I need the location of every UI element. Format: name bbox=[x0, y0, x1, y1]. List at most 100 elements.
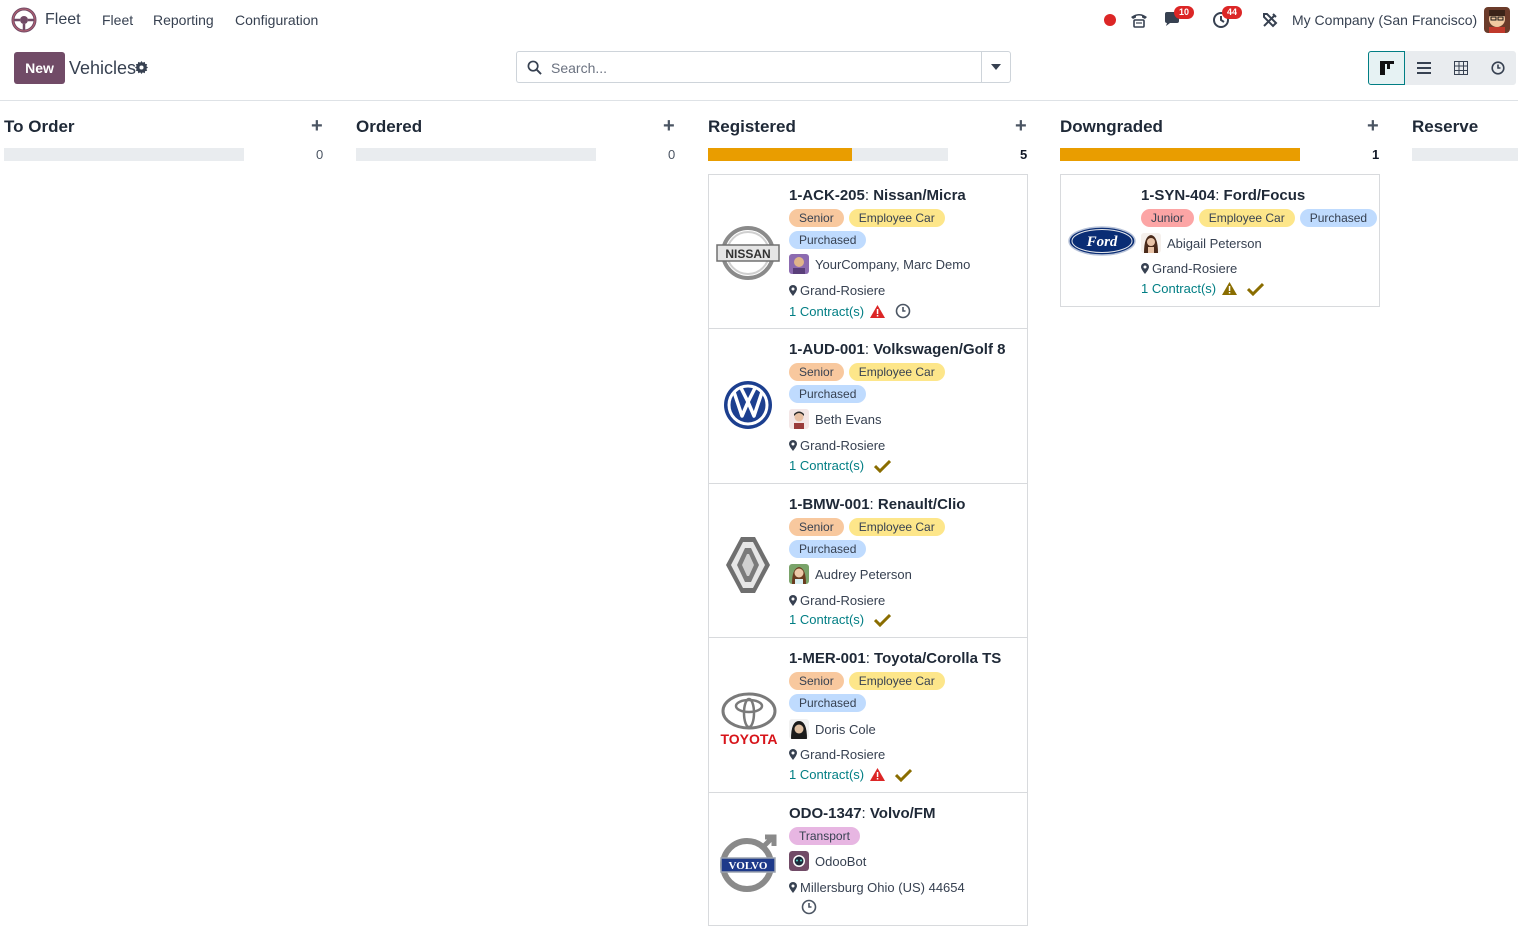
column-title-downgraded[interactable]: Downgraded bbox=[1060, 117, 1163, 137]
tag-senior: Senior bbox=[789, 363, 844, 381]
clock-icon[interactable] bbox=[801, 899, 817, 915]
warning-icon bbox=[1222, 282, 1238, 295]
column-title-registered[interactable]: Registered bbox=[708, 117, 796, 137]
fleet-app-icon[interactable] bbox=[11, 7, 37, 33]
checkmark-icon[interactable] bbox=[874, 459, 892, 473]
vehicle-card[interactable]: 1-AUD-001: Volkswagen/Golf 8 Senior Empl… bbox=[708, 328, 1028, 484]
new-button[interactable]: New bbox=[14, 52, 65, 84]
vehicle-model: Nissan/Micra bbox=[873, 187, 966, 204]
column-title-to-order[interactable]: To Order bbox=[4, 117, 75, 137]
kanban-view-button[interactable] bbox=[1368, 51, 1405, 85]
column-add-downgraded[interactable]: + bbox=[1367, 116, 1379, 136]
tag-list: Junior Employee Car Purchased bbox=[1141, 209, 1381, 227]
contracts-link[interactable]: 1 Contract(s) bbox=[1141, 281, 1216, 296]
column-title-ordered[interactable]: Ordered bbox=[356, 117, 422, 137]
tag-senior: Senior bbox=[789, 672, 844, 690]
activity-view-button[interactable] bbox=[1479, 51, 1516, 85]
vehicle-plate: 1-MER-001 bbox=[789, 650, 866, 667]
vehicle-model: Volvo/FM bbox=[869, 805, 936, 822]
column-title-reserve[interactable]: Reserve bbox=[1412, 117, 1478, 137]
vehicle-card[interactable]: TOYOTA 1-MER-001: Toyota/Corolla TS Seni… bbox=[708, 637, 1028, 793]
vehicle-plate: 1-BMW-001 bbox=[789, 496, 870, 513]
column-progress-downgraded[interactable] bbox=[1060, 148, 1300, 161]
avatar bbox=[789, 409, 809, 429]
vehicle-name: ODO-1347: Volvo/FM bbox=[789, 805, 936, 822]
search-icon bbox=[527, 60, 542, 78]
location-text: Grand-Rosiere bbox=[800, 283, 886, 298]
vehicle-card[interactable]: VOLVO ODO-1347: Volvo/FM Transport OdooB… bbox=[708, 792, 1028, 926]
checkmark-icon[interactable] bbox=[1247, 282, 1265, 296]
contracts: 1 Contract(s) bbox=[1141, 281, 1265, 296]
vehicle-plate: ODO-1347 bbox=[789, 805, 862, 822]
header-divider bbox=[0, 100, 1518, 101]
contracts-link[interactable]: 1 Contract(s) bbox=[789, 304, 864, 319]
vehicle-model: Toyota/Corolla TS bbox=[874, 650, 1002, 667]
column-progress-registered[interactable] bbox=[708, 148, 948, 161]
vehicle-card[interactable]: Ford 1-SYN-404: Ford/Focus Junior Employ… bbox=[1060, 174, 1380, 307]
tag-purchased: Purchased bbox=[789, 540, 867, 558]
driver-name: Beth Evans bbox=[815, 411, 882, 427]
column-add-registered[interactable]: + bbox=[1015, 116, 1027, 136]
activity-clock-icon[interactable]: 44 bbox=[1210, 6, 1243, 30]
contracts: 1 Contract(s) bbox=[789, 458, 892, 473]
tag-transport: Transport bbox=[789, 827, 860, 845]
tools-icon[interactable] bbox=[1259, 10, 1281, 30]
tag-employee-car: Employee Car bbox=[848, 672, 945, 690]
driver-name: YourCompany, Marc Demo bbox=[815, 256, 971, 272]
tag-junior: Junior bbox=[1141, 209, 1194, 227]
menu-reporting[interactable]: Reporting bbox=[153, 12, 214, 28]
warning-icon bbox=[870, 768, 886, 781]
company-switcher[interactable]: My Company (San Francisco) bbox=[1292, 12, 1477, 28]
vehicle-name: 1-BMW-001: Renault/Clio bbox=[789, 496, 966, 513]
clock-icon[interactable] bbox=[895, 303, 911, 319]
gear-icon[interactable] bbox=[135, 61, 148, 77]
tag-employee-car: Employee Car bbox=[848, 363, 945, 381]
contracts-link[interactable]: 1 Contract(s) bbox=[789, 612, 864, 627]
vehicle-plate: 1-ACK-205 bbox=[789, 187, 865, 204]
caret-down-icon bbox=[991, 64, 1001, 70]
contracts: 1 Contract(s) bbox=[789, 612, 892, 627]
pivot-view-button[interactable] bbox=[1442, 51, 1479, 85]
activities-badge: 44 bbox=[1222, 6, 1243, 19]
tag-purchased: Purchased bbox=[789, 231, 867, 249]
contracts: 1 Contract(s) bbox=[789, 767, 913, 782]
menu-fleet[interactable]: Fleet bbox=[102, 12, 133, 28]
vehicle-model: Renault/Clio bbox=[877, 496, 966, 513]
location: Millersburg Ohio (US) 44654 bbox=[789, 880, 965, 895]
brand-text: NISSAN bbox=[725, 247, 770, 261]
vehicle-card[interactable]: 1-BMW-001: Renault/Clio Senior Employee … bbox=[708, 483, 1028, 638]
user-avatar[interactable] bbox=[1484, 7, 1510, 33]
search-options-toggle[interactable] bbox=[981, 51, 1011, 83]
vehicle-name: 1-ACK-205: Nissan/Micra bbox=[789, 187, 966, 204]
driver: Abigail Peterson bbox=[1141, 233, 1262, 253]
vehicle-model: Ford/Focus bbox=[1223, 187, 1306, 204]
messages-icon[interactable]: 10 bbox=[1162, 6, 1195, 30]
contracts-link[interactable]: 1 Contract(s) bbox=[789, 767, 864, 782]
vehicle-card[interactable]: NISSAN 1-ACK-205: Nissan/Micra Senior Em… bbox=[708, 174, 1028, 329]
location-text: Grand-Rosiere bbox=[800, 438, 886, 453]
checkmark-icon[interactable] bbox=[895, 768, 913, 782]
progress-fill bbox=[1060, 148, 1300, 161]
tag-employee-car: Employee Car bbox=[1198, 209, 1295, 227]
column-add-ordered[interactable]: + bbox=[663, 116, 675, 136]
checkmark-icon[interactable] bbox=[874, 613, 892, 627]
column-add-to-order[interactable]: + bbox=[311, 116, 323, 136]
brand-text: VOLVO bbox=[729, 860, 768, 872]
search-input[interactable] bbox=[549, 59, 973, 77]
column-progress-to-order[interactable] bbox=[4, 148, 244, 161]
tag-purchased: Purchased bbox=[1299, 209, 1378, 227]
column-progress-reserve[interactable] bbox=[1412, 148, 1518, 161]
phone-icon[interactable] bbox=[1128, 10, 1150, 30]
column-progress-ordered[interactable] bbox=[356, 148, 596, 161]
contracts-link[interactable]: 1 Contract(s) bbox=[789, 458, 864, 473]
warning-icon bbox=[870, 304, 886, 318]
messages-badge: 10 bbox=[1174, 6, 1195, 19]
menu-configuration[interactable]: Configuration bbox=[235, 12, 318, 28]
list-view-button[interactable] bbox=[1405, 51, 1442, 85]
clock-icon bbox=[1490, 61, 1505, 75]
avatar bbox=[789, 254, 809, 274]
app-name[interactable]: Fleet bbox=[45, 11, 81, 29]
tag-senior: Senior bbox=[789, 518, 844, 536]
vehicle-model: Volkswagen/Golf 8 bbox=[873, 341, 1006, 358]
status-dot-icon[interactable] bbox=[1099, 10, 1121, 30]
